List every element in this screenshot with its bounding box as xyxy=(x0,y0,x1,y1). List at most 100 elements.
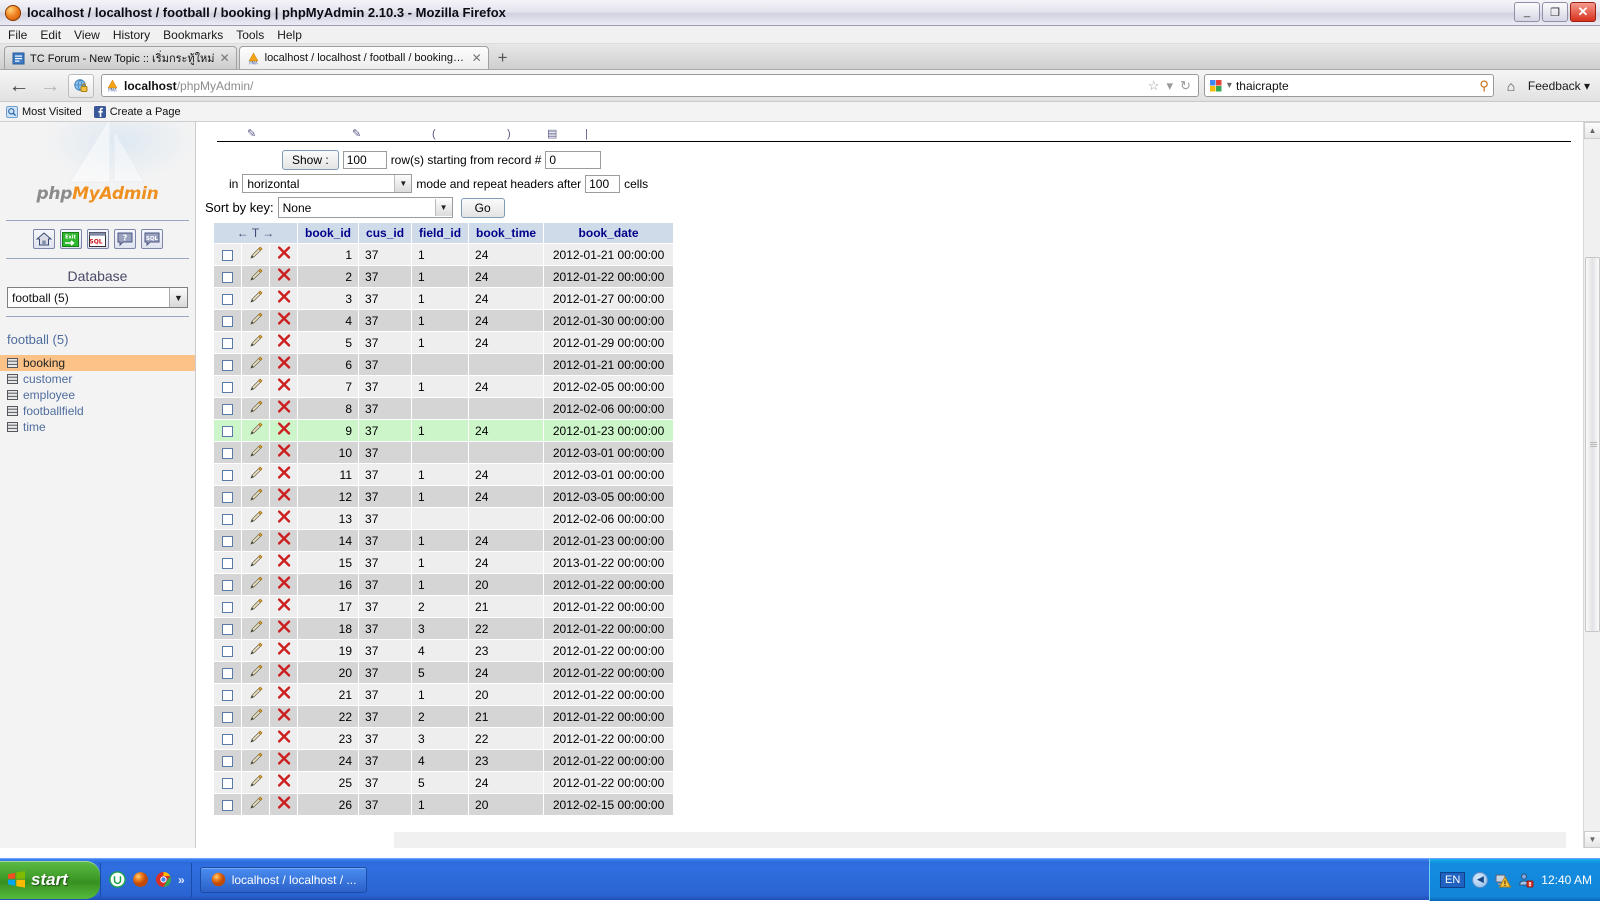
delete-row-cell[interactable] xyxy=(270,420,298,442)
security-center-icon[interactable] xyxy=(1518,872,1534,888)
table-row[interactable]: 11371242012-03-01 00:00:00 xyxy=(214,464,674,486)
edit-pencil-icon[interactable] xyxy=(249,422,263,436)
start-button[interactable]: start xyxy=(0,861,100,899)
search-bar[interactable]: ▾ thaicrapte ⚲ xyxy=(1204,74,1494,97)
edit-pencil-icon[interactable] xyxy=(249,554,263,568)
row-checkbox[interactable] xyxy=(222,250,233,261)
column-header-book-time[interactable]: book_time xyxy=(469,223,544,244)
row-checkbox[interactable] xyxy=(222,602,233,613)
table-row[interactable]: 26371202012-02-15 00:00:00 xyxy=(214,794,674,816)
display-mode-select[interactable]: horizontal ▼ xyxy=(242,174,412,193)
column-header-book-date[interactable]: book_date xyxy=(544,223,674,244)
edit-row-cell[interactable] xyxy=(242,398,270,420)
repeat-headers-input[interactable]: 100 xyxy=(585,175,620,193)
table-row[interactable]: 22372212012-01-22 00:00:00 xyxy=(214,706,674,728)
delete-x-icon[interactable] xyxy=(277,664,291,678)
delete-x-icon[interactable] xyxy=(277,268,291,282)
table-row[interactable]: 15371242013-01-22 00:00:00 xyxy=(214,552,674,574)
row-checkbox[interactable] xyxy=(222,448,233,459)
edit-row-cell[interactable] xyxy=(242,442,270,464)
row-checkbox[interactable] xyxy=(222,558,233,569)
edit-row-cell[interactable] xyxy=(242,288,270,310)
delete-row-cell[interactable] xyxy=(270,530,298,552)
delete-x-icon[interactable] xyxy=(277,422,291,436)
edit-row-cell[interactable] xyxy=(242,486,270,508)
row-checkbox[interactable] xyxy=(222,382,233,393)
row-checkbox-cell[interactable] xyxy=(214,508,242,530)
table-row[interactable]: 23373222012-01-22 00:00:00 xyxy=(214,728,674,750)
delete-x-icon[interactable] xyxy=(277,488,291,502)
delete-row-cell[interactable] xyxy=(270,376,298,398)
delete-x-icon[interactable] xyxy=(277,686,291,700)
edit-pencil-icon[interactable] xyxy=(249,466,263,480)
menu-item-edit[interactable]: Edit xyxy=(40,28,61,42)
edit-row-cell[interactable] xyxy=(242,596,270,618)
edit-row-cell[interactable] xyxy=(242,618,270,640)
row-checkbox[interactable] xyxy=(222,470,233,481)
scrollbar-thumb[interactable] xyxy=(1585,257,1600,632)
back-button-icon[interactable]: ← xyxy=(6,73,32,99)
search-engine-chevron-icon[interactable]: ▾ xyxy=(1227,80,1232,91)
row-checkbox[interactable] xyxy=(222,690,233,701)
edit-pencil-icon[interactable] xyxy=(249,268,263,282)
row-checkbox-cell[interactable] xyxy=(214,530,242,552)
edit-row-cell[interactable] xyxy=(242,706,270,728)
row-checkbox-cell[interactable] xyxy=(214,794,242,816)
edit-pencil-icon[interactable] xyxy=(249,774,263,788)
current-database-label[interactable]: football (5) xyxy=(0,320,195,355)
table-row[interactable]: 18373222012-01-22 00:00:00 xyxy=(214,618,674,640)
row-checkbox[interactable] xyxy=(222,536,233,547)
delete-row-cell[interactable] xyxy=(270,662,298,684)
exit-icon[interactable]: Exit xyxy=(60,229,82,249)
edit-pencil-icon[interactable] xyxy=(249,488,263,502)
delete-row-cell[interactable] xyxy=(270,310,298,332)
edit-pencil-icon[interactable] xyxy=(249,664,263,678)
sidebar-item-customer[interactable]: customer xyxy=(0,371,195,387)
table-row[interactable]: 1371242012-01-21 00:00:00 xyxy=(214,244,674,266)
edit-pencil-icon[interactable] xyxy=(249,290,263,304)
edit-pencil-icon[interactable] xyxy=(249,708,263,722)
rows-count-input[interactable]: 100 xyxy=(343,151,387,169)
chevron-down-icon[interactable]: ▼ xyxy=(169,288,187,307)
home-button-icon[interactable]: ⌂ xyxy=(1499,74,1523,98)
delete-row-cell[interactable] xyxy=(270,596,298,618)
table-row[interactable]: 1337 2012-02-06 00:00:00 xyxy=(214,508,674,530)
row-checkbox[interactable] xyxy=(222,338,233,349)
site-identity-icon[interactable] xyxy=(68,74,94,98)
row-checkbox-cell[interactable] xyxy=(214,662,242,684)
column-header-book-id[interactable]: book_id xyxy=(298,223,359,244)
bookmark-most-visited[interactable]: Most Visited xyxy=(6,106,82,118)
edit-row-cell[interactable] xyxy=(242,794,270,816)
edit-pencil-icon[interactable] xyxy=(249,686,263,700)
row-checkbox-cell[interactable] xyxy=(214,244,242,266)
search-input[interactable]: thaicrapte xyxy=(1236,79,1475,93)
delete-row-cell[interactable] xyxy=(270,288,298,310)
delete-row-cell[interactable] xyxy=(270,618,298,640)
table-row[interactable]: 837 2012-02-06 00:00:00 xyxy=(214,398,674,420)
edit-pencil-icon[interactable] xyxy=(249,444,263,458)
table-row[interactable]: 2371242012-01-22 00:00:00 xyxy=(214,266,674,288)
edit-pencil-icon[interactable] xyxy=(249,752,263,766)
delete-x-icon[interactable] xyxy=(277,576,291,590)
scroll-down-button-icon[interactable]: ▼ xyxy=(1584,831,1600,848)
row-checkbox[interactable] xyxy=(222,404,233,415)
browser-tab-forum[interactable]: TC Forum - New Topic :: เริ่มกระทู้ใหม่ … xyxy=(4,46,237,69)
row-checkbox-cell[interactable] xyxy=(214,706,242,728)
sidebar-item-booking[interactable]: booking xyxy=(0,355,195,371)
delete-row-cell[interactable] xyxy=(270,684,298,706)
language-indicator[interactable]: EN xyxy=(1440,872,1465,888)
menu-item-file[interactable]: File xyxy=(8,28,27,42)
delete-row-cell[interactable] xyxy=(270,772,298,794)
table-row[interactable]: 4371242012-01-30 00:00:00 xyxy=(214,310,674,332)
edit-pencil-icon[interactable] xyxy=(249,356,263,370)
chevron-down-icon[interactable]: ▾ xyxy=(1166,78,1173,94)
delete-x-icon[interactable] xyxy=(277,246,291,260)
start-record-input[interactable]: 0 xyxy=(545,151,601,169)
table-row[interactable]: 17372212012-01-22 00:00:00 xyxy=(214,596,674,618)
edit-row-cell[interactable] xyxy=(242,728,270,750)
delete-x-icon[interactable] xyxy=(277,378,291,392)
table-row[interactable]: 16371202012-01-22 00:00:00 xyxy=(214,574,674,596)
delete-x-icon[interactable] xyxy=(277,554,291,568)
edit-row-cell[interactable] xyxy=(242,464,270,486)
taskbar-item-firefox[interactable]: localhost / localhost / ... xyxy=(200,867,368,893)
